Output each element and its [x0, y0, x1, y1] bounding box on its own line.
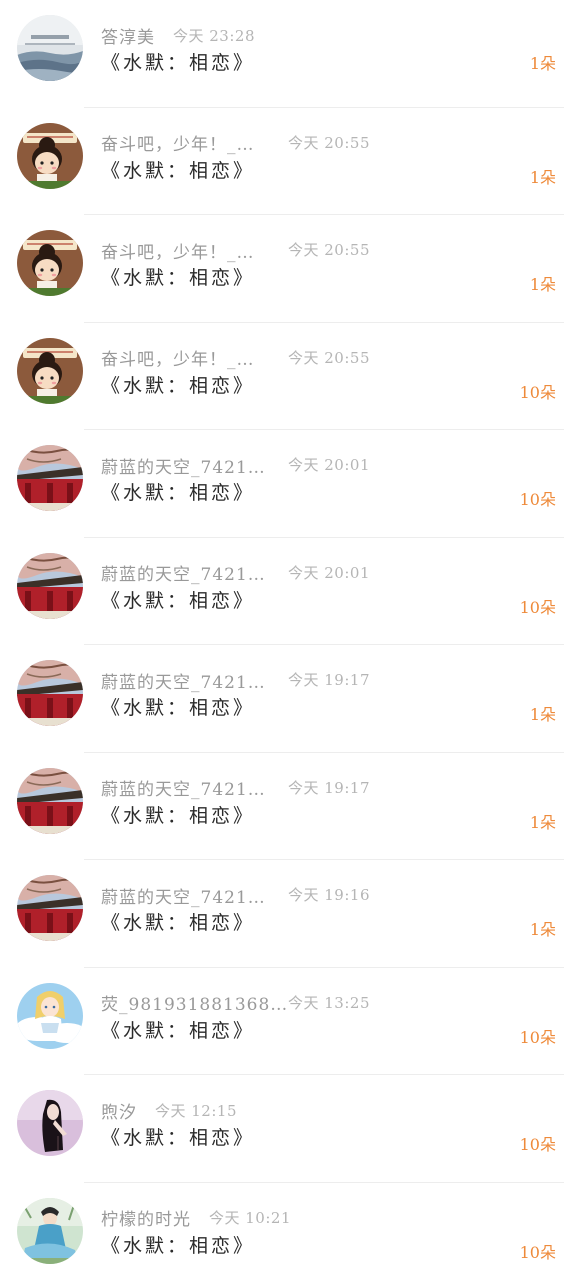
- sender-name[interactable]: 蔚蓝的天空_7421…: [101, 883, 266, 908]
- flower-count: 10朵: [519, 382, 556, 402]
- list-item[interactable]: 荧_981931881368… 今天 13:25 《水默：相恋》 10朵: [0, 968, 564, 1075]
- sender-name[interactable]: 煦汐: [101, 1098, 137, 1123]
- avatar[interactable]: [17, 337, 83, 404]
- list-item[interactable]: 蔚蓝的天空_7421… 今天 20:01 《水默：相恋》 10朵: [0, 538, 564, 645]
- work-title: 《水默：相恋》: [101, 912, 256, 934]
- sender-meta: 煦汐 今天 12:15: [101, 1098, 237, 1123]
- work-title: 《水默：相恋》: [101, 1234, 256, 1257]
- sender-meta: 柠檬的时光 今天 10:21: [101, 1205, 291, 1230]
- list-item[interactable]: 奋斗吧，少年！_… 今天 20:55 《水默：相恋》 10朵: [0, 323, 564, 430]
- avatar[interactable]: [17, 767, 83, 834]
- timestamp: 今天 12:15: [155, 1101, 237, 1120]
- avatar[interactable]: [17, 552, 83, 619]
- flower-count: 10朵: [519, 597, 556, 617]
- avatar[interactable]: [17, 445, 83, 511]
- gift-record-list: 答淳美 今天 23:28 《水默：相恋》 1朵 奋斗吧，少年！_… 今天 20:…: [0, 0, 564, 1280]
- work-title: 《水默：相恋》: [101, 804, 256, 827]
- sender-meta: 荧_981931881368…: [101, 990, 288, 1015]
- sender-name[interactable]: 蔚蓝的天空_7421…: [101, 560, 266, 585]
- sender-name[interactable]: 蔚蓝的天空_7421…: [101, 668, 266, 693]
- flower-count: 1朵: [529, 167, 556, 187]
- avatar[interactable]: [17, 875, 83, 941]
- flower-count: 1朵: [529, 920, 556, 939]
- timestamp: 今天 20:55: [288, 348, 370, 367]
- flower-count: 1朵: [529, 812, 556, 832]
- timestamp: 今天 10:21: [209, 1209, 291, 1227]
- sender-name[interactable]: 柠檬的时光: [101, 1205, 191, 1230]
- timestamp: 今天 20:55: [288, 133, 370, 152]
- timestamp: 今天 20:01: [288, 563, 370, 582]
- work-title: 《水默：相恋》: [101, 1019, 256, 1042]
- sender-meta: 蔚蓝的天空_7421…: [101, 883, 266, 908]
- timestamp: 今天 13:25: [288, 993, 370, 1012]
- list-item[interactable]: 煦汐 今天 12:15 《水默：相恋》 10朵: [0, 1075, 564, 1183]
- timestamp: 今天 20:01: [288, 456, 370, 474]
- list-item[interactable]: 蔚蓝的天空_7421… 今天 20:01 《水默：相恋》 10朵: [0, 430, 564, 538]
- flower-count: 10朵: [519, 1135, 556, 1154]
- list-item[interactable]: 奋斗吧，少年！_… 今天 20:55 《水默：相恋》 1朵: [0, 108, 564, 215]
- work-title: 《水默：相恋》: [101, 374, 256, 397]
- sender-name[interactable]: 答淳美: [101, 23, 155, 48]
- sender-name[interactable]: 蔚蓝的天空_7421…: [101, 453, 266, 478]
- list-item[interactable]: 柠檬的时光 今天 10:21 《水默：相恋》 10朵: [0, 1183, 564, 1280]
- avatar[interactable]: [17, 982, 83, 1049]
- flower-count: 1朵: [529, 705, 556, 724]
- timestamp: 今天 23:28: [173, 26, 255, 45]
- sender-meta: 奋斗吧，少年！_…: [101, 238, 255, 263]
- list-item[interactable]: 蔚蓝的天空_7421… 今天 19:16 《水默：相恋》 1朵: [0, 860, 564, 968]
- list-item[interactable]: 蔚蓝的天空_7421… 今天 19:17 《水默：相恋》 1朵: [0, 753, 564, 860]
- timestamp: 今天 19:16: [288, 886, 370, 904]
- sender-name[interactable]: 奋斗吧，少年！_…: [101, 345, 255, 370]
- work-title: 《水默：相恋》: [101, 589, 256, 612]
- work-title: 《水默：相恋》: [101, 1127, 256, 1149]
- flower-count: 10朵: [519, 490, 556, 509]
- flower-count: 1朵: [529, 275, 556, 294]
- avatar[interactable]: [17, 1197, 83, 1264]
- sender-name[interactable]: 荧_981931881368…: [101, 990, 288, 1015]
- list-item[interactable]: 奋斗吧，少年！_… 今天 20:55 《水默：相恋》 1朵: [0, 215, 564, 323]
- sender-name[interactable]: 蔚蓝的天空_7421…: [101, 775, 266, 800]
- flower-count: 10朵: [519, 1242, 556, 1262]
- work-title: 《水默：相恋》: [101, 159, 256, 182]
- timestamp: 今天 19:17: [288, 778, 370, 797]
- work-title: 《水默：相恋》: [101, 697, 256, 719]
- avatar[interactable]: [17, 122, 83, 189]
- avatar[interactable]: [17, 1090, 83, 1156]
- list-item[interactable]: 蔚蓝的天空_7421… 今天 19:17 《水默：相恋》 1朵: [0, 645, 564, 753]
- avatar[interactable]: [17, 660, 83, 726]
- flower-count: 10朵: [519, 1027, 556, 1047]
- timestamp: 今天 20:55: [288, 241, 370, 259]
- sender-meta: 答淳美 今天 23:28: [101, 23, 255, 48]
- avatar[interactable]: [17, 230, 83, 296]
- sender-name[interactable]: 奋斗吧，少年！_…: [101, 130, 255, 155]
- flower-count: 1朵: [529, 54, 556, 73]
- work-title: 《水默：相恋》: [101, 482, 256, 504]
- sender-meta: 奋斗吧，少年！_…: [101, 130, 255, 155]
- sender-meta: 蔚蓝的天空_7421…: [101, 453, 266, 478]
- sender-meta: 蔚蓝的天空_7421…: [101, 560, 266, 585]
- sender-meta: 蔚蓝的天空_7421…: [101, 775, 266, 800]
- sender-meta: 蔚蓝的天空_7421…: [101, 668, 266, 693]
- list-item[interactable]: 答淳美 今天 23:28 《水默：相恋》 1朵: [0, 0, 564, 108]
- sender-name[interactable]: 奋斗吧，少年！_…: [101, 238, 255, 263]
- work-title: 《水默：相恋》: [101, 52, 256, 74]
- timestamp: 今天 19:17: [288, 671, 370, 689]
- work-title: 《水默：相恋》: [101, 267, 256, 289]
- sender-meta: 奋斗吧，少年！_…: [101, 345, 255, 370]
- avatar[interactable]: [17, 15, 83, 81]
